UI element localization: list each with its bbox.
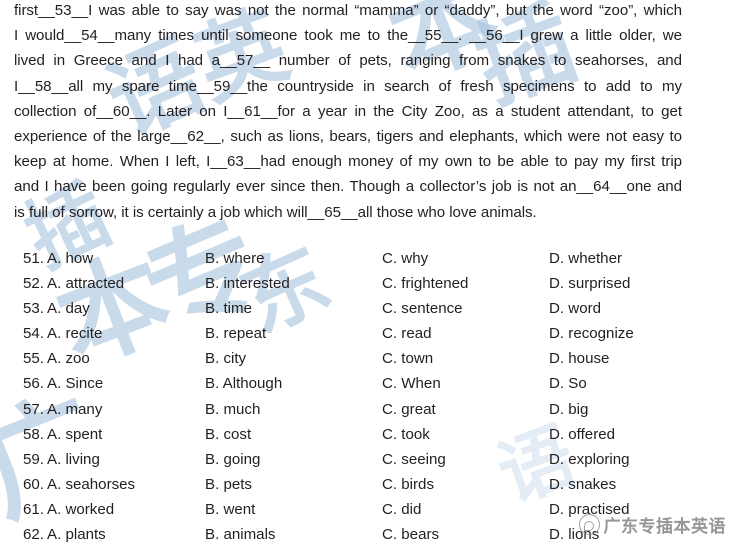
- question-number: 59.: [23, 450, 44, 468]
- option-choice-a[interactable]: A. day: [47, 296, 90, 321]
- option-choice-b[interactable]: B. Although: [205, 371, 282, 396]
- question-number: 60.: [23, 475, 44, 493]
- option-choice-c[interactable]: C. birds: [382, 472, 434, 497]
- option-choice-a[interactable]: A. living: [47, 447, 100, 472]
- option-choice-b[interactable]: B. interested: [205, 271, 290, 296]
- question-number: 51.: [23, 250, 44, 267]
- option-choice-a[interactable]: A. spent: [47, 422, 102, 447]
- option-choice-d[interactable]: D. recognize: [549, 321, 634, 346]
- option-choice-d[interactable]: D. offered: [549, 422, 615, 447]
- option-row: 53. A. day B. time C. sentence D. word: [0, 296, 732, 321]
- option-choice-b[interactable]: B. much: [205, 397, 260, 422]
- option-choice-a[interactable]: A. how: [47, 246, 93, 271]
- option-choice-c[interactable]: C. did: [382, 497, 421, 522]
- passage-line: first__53__I was able to say was not the…: [14, 2, 682, 19]
- option-choice-d[interactable]: D. word: [549, 296, 601, 321]
- option-choice-c[interactable]: C. When: [382, 371, 441, 396]
- question-number: 55.: [23, 350, 44, 368]
- passage-line: is full of sorrow, it is certainly a job…: [14, 203, 537, 221]
- question-number: 56.: [23, 375, 44, 393]
- option-choice-b[interactable]: B. repeat: [205, 321, 266, 346]
- option-row: 57. A. many B. much C. great D. big: [0, 397, 732, 422]
- option-choice-a[interactable]: A. recite: [47, 321, 102, 346]
- question-number: 53.: [23, 300, 44, 318]
- option-choice-b[interactable]: B. where: [205, 246, 265, 271]
- question-number: 62.: [23, 526, 44, 544]
- answer-options-list: 51. A. how B. where C. why D. whether 52…: [0, 246, 732, 547]
- option-choice-c[interactable]: C. took: [382, 422, 430, 447]
- option-choice-d[interactable]: D. exploring: [549, 447, 630, 472]
- option-choice-b[interactable]: B. animals: [205, 522, 275, 547]
- question-number: 61.: [23, 500, 44, 518]
- option-choice-d[interactable]: D. house: [549, 346, 609, 371]
- option-row: 61. A. worked B. went C. did D. practise…: [0, 497, 732, 522]
- option-choice-a[interactable]: A. attracted: [47, 271, 124, 296]
- passage-line: lived in Greece and I had a__57__ number…: [14, 52, 682, 70]
- passage-line: I would__54__many times until someone to…: [14, 27, 682, 45]
- option-choice-c[interactable]: C. read: [382, 321, 432, 346]
- option-choice-a[interactable]: A. worked: [47, 497, 114, 522]
- option-choice-a[interactable]: A. seahorses: [47, 472, 135, 497]
- option-row: 56. A. Since B. Although C. When D. So: [0, 371, 732, 396]
- option-choice-a[interactable]: A. many: [47, 397, 102, 422]
- option-choice-d[interactable]: D. lions: [549, 522, 599, 547]
- passage-line: and I have been going regularly ever sin…: [14, 178, 682, 196]
- option-choice-c[interactable]: C. seeing: [382, 447, 446, 472]
- question-number: 54.: [23, 325, 44, 343]
- option-choice-b[interactable]: B. city: [205, 346, 246, 371]
- option-choice-a[interactable]: A. zoo: [47, 346, 90, 371]
- option-row: 52. A. attracted B. interested C. fright…: [0, 271, 732, 296]
- option-choice-d[interactable]: D. big: [549, 397, 588, 422]
- option-choice-a[interactable]: A. plants: [47, 522, 106, 547]
- option-choice-b[interactable]: B. went: [205, 497, 255, 522]
- option-choice-d[interactable]: D. whether: [549, 246, 622, 271]
- option-row: 54. A. recite B. repeat C. read D. recog…: [0, 321, 732, 346]
- option-row: 55. A. zoo B. city C. town D. house: [0, 346, 732, 371]
- option-choice-a[interactable]: A. Since: [47, 371, 103, 396]
- question-number: 58.: [23, 425, 44, 443]
- option-choice-c[interactable]: C. bears: [382, 522, 439, 547]
- question-number: 57.: [23, 400, 44, 418]
- option-choice-d[interactable]: D. snakes: [549, 472, 616, 497]
- cloze-passage: first__53__I was able to say was not the…: [14, 0, 682, 225]
- option-choice-c[interactable]: C. frightened: [382, 271, 468, 296]
- option-choice-b[interactable]: B. time: [205, 296, 252, 321]
- option-choice-c[interactable]: C. town: [382, 346, 433, 371]
- option-choice-b[interactable]: B. pets: [205, 472, 252, 497]
- option-row: 51. A. how B. where C. why D. whether: [0, 246, 732, 271]
- option-choice-b[interactable]: B. going: [205, 447, 260, 472]
- question-number: 52.: [23, 275, 44, 293]
- option-row: 59. A. living B. going C. seeing D. expl…: [0, 447, 732, 472]
- option-choice-d[interactable]: D. So: [549, 371, 587, 396]
- passage-line: I__58__all my spare time__59__the countr…: [14, 77, 682, 95]
- option-choice-b[interactable]: B. cost: [205, 422, 251, 447]
- passage-line: keep at home. When I left, I__63__had en…: [14, 153, 682, 171]
- option-choice-c[interactable]: C. why: [382, 246, 428, 271]
- passage-line: experience of the large__62__, such as l…: [14, 128, 682, 146]
- option-row: 62. A. plants B. animals C. bears D. lio…: [0, 522, 732, 547]
- option-choice-d[interactable]: D. practised: [549, 497, 630, 522]
- option-choice-c[interactable]: C. sentence: [382, 296, 463, 321]
- option-row: 60. A. seahorses B. pets C. birds D. sna…: [0, 472, 732, 497]
- option-choice-c[interactable]: C. great: [382, 397, 436, 422]
- option-row: 58. A. spent B. cost C. took D. offered: [0, 422, 732, 447]
- passage-line: collection of__60__. Later on I__61__for…: [14, 102, 682, 120]
- option-choice-d[interactable]: D. surprised: [549, 271, 630, 296]
